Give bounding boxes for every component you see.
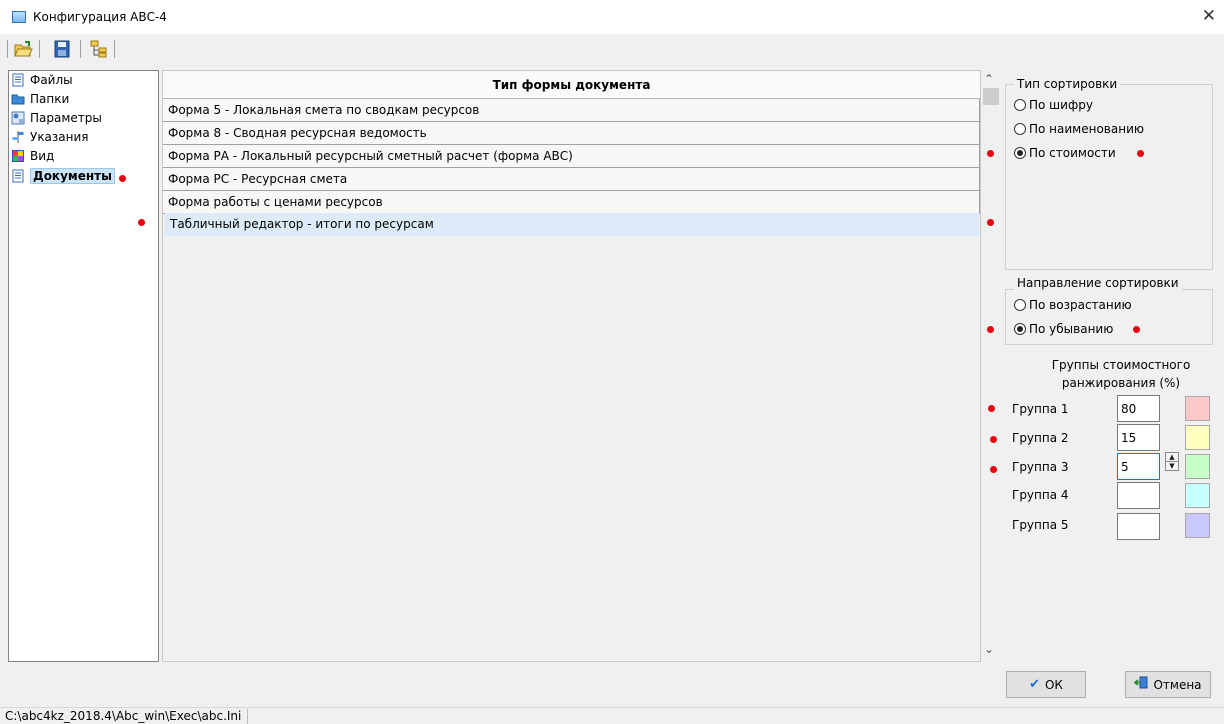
- documents-icon: [11, 169, 25, 183]
- status-path: C:\abc4kz_2018.4\Abc_win\Exec\abc.Ini: [5, 709, 249, 724]
- tree-item-view[interactable]: Вид: [11, 147, 54, 165]
- ranking-groups-title-line2: ранжирования (%): [1061, 376, 1181, 390]
- open-folder-icon[interactable]: [13, 40, 33, 58]
- tree-item-label: Вид: [30, 149, 55, 163]
- marker-dot: [1133, 326, 1140, 333]
- group-5-input[interactable]: [1117, 513, 1160, 540]
- group-3-color-swatch[interactable]: [1185, 454, 1210, 479]
- tree-item-label: Папки: [30, 92, 70, 106]
- grid-row[interactable]: Форма РС - Ресурсная смета: [163, 168, 980, 191]
- file-icon: [11, 73, 25, 87]
- radio-circle: [1014, 299, 1026, 311]
- folder-icon: [11, 92, 25, 106]
- scroll-down-icon[interactable]: ⌄: [984, 642, 994, 656]
- tree-item-directions[interactable]: Указания: [11, 128, 89, 146]
- tree-item-parameters[interactable]: Параметры: [11, 109, 102, 127]
- group-1-label: Группа 1: [1012, 402, 1069, 416]
- grid-row[interactable]: Форма 5 - Локальная смета по сводкам рес…: [163, 99, 980, 122]
- group-4-color-swatch[interactable]: [1185, 483, 1210, 508]
- tree-icon[interactable]: [89, 40, 109, 58]
- radio-label: По стоимости: [1029, 146, 1116, 160]
- marker-dot: [988, 405, 995, 412]
- window-title: Конфигурация АВС-4: [33, 10, 167, 24]
- sort-direction-title: Направление сортировки: [1014, 276, 1182, 290]
- view-icon: [11, 149, 25, 163]
- exit-door-icon: [1134, 676, 1148, 693]
- sort-ascending-radio[interactable]: По возрастанию: [1014, 298, 1132, 312]
- marker-dot: [990, 466, 997, 473]
- grid-header: Тип формы документа: [163, 71, 980, 99]
- radio-circle: [1014, 99, 1026, 111]
- grid-row-selected[interactable]: Табличный редактор - итоги по ресурсам: [165, 213, 979, 236]
- radio-circle: [1014, 123, 1026, 135]
- radio-circle-checked: [1014, 147, 1026, 159]
- group-2-color-swatch[interactable]: [1185, 425, 1210, 450]
- group-2-input[interactable]: [1117, 424, 1160, 451]
- marker-dot: [1137, 150, 1144, 157]
- ok-button[interactable]: ✔ ОК: [1006, 671, 1086, 698]
- sort-descending-radio[interactable]: По убыванию: [1014, 322, 1113, 336]
- radio-label: По шифру: [1029, 98, 1093, 112]
- marker-dot: [138, 219, 145, 226]
- group-4-input[interactable]: [1117, 482, 1160, 509]
- title-bar: Конфигурация АВС-4 ✕: [0, 0, 1224, 34]
- app-icon: [12, 11, 26, 23]
- close-icon[interactable]: ✕: [1202, 6, 1216, 26]
- sort-type-title: Тип сортировки: [1014, 77, 1121, 91]
- ranking-groups-title: Группы стоимостного ранжирования (%): [1028, 356, 1214, 392]
- tree-item-folders[interactable]: Папки: [11, 90, 69, 108]
- scroll-thumb[interactable]: [983, 88, 999, 105]
- radio-label: По убыванию: [1029, 322, 1114, 336]
- spinner-up-icon[interactable]: ▲: [1166, 453, 1178, 462]
- group-5-label: Группа 5: [1012, 518, 1069, 532]
- group-3-label: Группа 3: [1012, 460, 1069, 474]
- tree-item-label: Документы: [30, 168, 115, 184]
- grid-row[interactable]: Форма 8 - Сводная ресурсная ведомость: [163, 122, 980, 145]
- spinner-down-icon[interactable]: ▼: [1166, 462, 1178, 471]
- grid-row[interactable]: Форма РА - Локальный ресурсный сметный р…: [163, 145, 980, 168]
- toolbar-separator: [39, 40, 40, 58]
- navigation-tree: Файлы Папки Параметры Указания Вид Докум…: [8, 70, 159, 662]
- tree-item-label: Параметры: [30, 111, 102, 125]
- radio-circle-checked: [1014, 323, 1026, 335]
- group-5-color-swatch[interactable]: [1185, 513, 1210, 538]
- group-2-label: Группа 2: [1012, 431, 1069, 445]
- cancel-button[interactable]: Отмена: [1125, 671, 1211, 698]
- directions-icon: [11, 130, 25, 144]
- sort-by-name-radio[interactable]: По наименованию: [1014, 122, 1144, 136]
- sort-by-code-radio[interactable]: По шифру: [1014, 98, 1093, 112]
- toolbar-separator: [114, 40, 115, 58]
- cancel-button-label: Отмена: [1153, 677, 1202, 692]
- save-icon[interactable]: [52, 40, 72, 58]
- tree-item-label: Указания: [30, 130, 89, 144]
- status-bar: C:\abc4kz_2018.4\Abc_win\Exec\abc.Ini: [0, 707, 1224, 724]
- ranking-groups-title-line1: Группы стоимостного: [1051, 358, 1191, 372]
- grid-row[interactable]: Форма работы с ценами ресурсов: [163, 191, 980, 214]
- checkmark-icon: ✔: [1029, 677, 1040, 692]
- ok-button-label: ОК: [1044, 677, 1063, 692]
- toolbar-separator: [80, 40, 81, 58]
- tree-item-files[interactable]: Файлы: [11, 71, 73, 89]
- group-1-input[interactable]: [1117, 395, 1160, 422]
- grid-scrollbar[interactable]: ⌃ ⌄: [981, 70, 1001, 662]
- group-3-input[interactable]: [1117, 453, 1160, 480]
- marker-dot: [987, 326, 994, 333]
- group-1-color-swatch[interactable]: [1185, 396, 1210, 421]
- scroll-up-icon[interactable]: ⌃: [984, 72, 994, 86]
- marker-dot: [990, 436, 997, 443]
- tree-item-documents[interactable]: Документы: [11, 167, 115, 185]
- tree-item-label: Файлы: [30, 73, 73, 87]
- parameters-icon: [11, 111, 25, 125]
- group-4-label: Группа 4: [1012, 488, 1069, 502]
- document-type-grid: Тип формы документа Форма 5 - Локальная …: [162, 70, 981, 662]
- toolbar: [0, 34, 1224, 66]
- sort-by-cost-radio[interactable]: По стоимости: [1014, 146, 1116, 160]
- toolbar-separator: [7, 40, 8, 58]
- marker-dot: [119, 175, 126, 182]
- radio-label: По возрастанию: [1029, 298, 1132, 312]
- radio-label: По наименованию: [1029, 122, 1144, 136]
- group-3-spinner[interactable]: ▲ ▼: [1165, 452, 1179, 471]
